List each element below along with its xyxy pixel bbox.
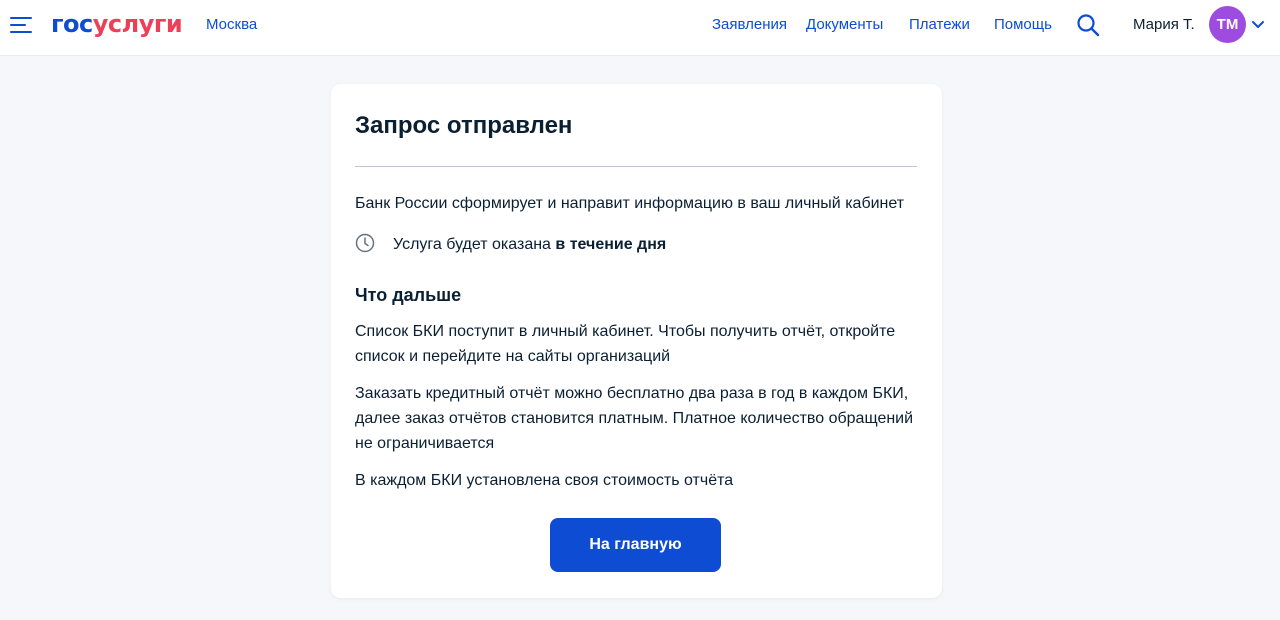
gosuslugi-logo[interactable]: госуслуги — [51, 9, 183, 39]
next-steps-heading: Что дальше — [355, 285, 462, 305]
region-selector[interactable]: Москва — [206, 16, 257, 34]
nav-link-documents[interactable]: Документы — [806, 16, 883, 34]
nav-link-applications[interactable]: Заявления — [712, 16, 787, 34]
service-time: Услуга будет оказана в течение дня — [393, 235, 666, 255]
logo-part-gos: гос — [51, 10, 93, 38]
page-title: Запрос отправлен — [355, 112, 573, 139]
result-card: Запрос отправлен Банк России сформирует … — [331, 84, 942, 598]
next-steps-paragraph-1: Список БКИ поступит в личный кабинет. Чт… — [355, 323, 896, 365]
avatar[interactable]: ТМ — [1209, 6, 1246, 43]
logo-part-uslugi: услуги — [92, 10, 183, 38]
clock-icon — [355, 233, 375, 253]
service-time-value: в течение дня — [555, 236, 667, 253]
top-header: госуслуги Москва Заявления Документы Пла… — [0, 0, 1280, 56]
info-text: Банк России сформирует и направит информ… — [355, 195, 905, 212]
menu-icon[interactable] — [10, 13, 32, 35]
next-steps-paragraph-3: В каждом БКИ установлена своя стоимость … — [355, 472, 734, 489]
chevron-down-icon[interactable] — [1251, 18, 1265, 32]
next-steps-paragraph-2: Заказать кредитный отчёт можно бесплатно… — [355, 385, 914, 452]
nav-link-help[interactable]: Помощь — [994, 16, 1052, 34]
service-time-prefix: Услуга будет оказана — [393, 236, 556, 253]
user-name[interactable]: Мария Т. — [1133, 16, 1195, 34]
go-home-button[interactable]: На главную — [550, 518, 721, 572]
nav-link-payments[interactable]: Платежи — [909, 16, 970, 34]
search-icon[interactable] — [1076, 13, 1100, 37]
divider — [355, 166, 917, 167]
